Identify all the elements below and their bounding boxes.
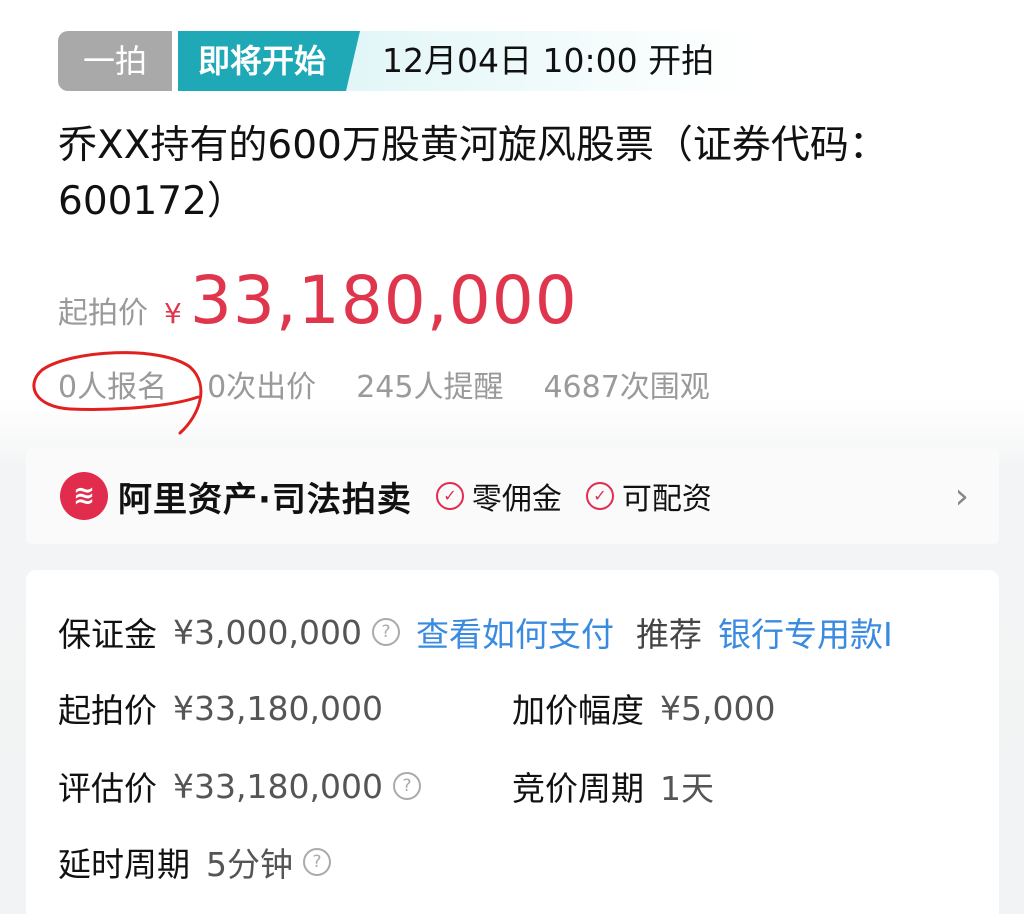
bid-period-row: 竞价周期 1天 (512, 762, 714, 810)
bank-loan-link[interactable]: 银行专用款I (718, 608, 893, 656)
lot-title: 乔XX持有的600万股黄河旋风股票（证券代码：600172） (58, 123, 888, 224)
deposit-label: 保证金 (58, 615, 157, 654)
auction-page: 一拍 即将开始 12月04日 10:00 开拍 乔XX持有的600万股黄河旋风股… (0, 0, 1024, 914)
how-to-pay-link[interactable]: 查看如何支付 (416, 608, 614, 656)
start-time: 12月04日 10:00 开拍 (346, 31, 755, 91)
help-icon[interactable]: ? (371, 618, 400, 646)
reminder-count: 245人提醒 (356, 370, 504, 405)
bid-period-label: 竞价周期 (512, 769, 644, 808)
chevron-right-icon[interactable]: › (955, 476, 969, 517)
appraisal-row: 评估价 ¥33,180,000 ? (58, 762, 421, 810)
price-currency: ¥ (164, 297, 182, 330)
hand-drawn-circle-annotation (32, 351, 203, 435)
appraisal-value: ¥33,180,000 (173, 766, 383, 806)
increment-row: 加价幅度 ¥5,000 (512, 684, 775, 732)
badge-label: 零佣金 (471, 482, 562, 517)
view-count: 4687次围观 (543, 370, 710, 405)
badge-zero-commission: ✓ 零佣金 (435, 474, 562, 518)
help-icon[interactable]: ? (392, 772, 421, 800)
platform-card[interactable]: ≋ 阿里资产·司法拍卖 ✓ 零佣金 ✓ 可配资 › (26, 448, 999, 544)
bid-period-value: 1天 (660, 769, 714, 808)
increment-value: ¥5,000 (660, 688, 776, 728)
price-label: 起拍价 (58, 296, 148, 331)
bid-count: 0次出价 (207, 370, 317, 405)
status-row: 一拍 即将开始 12月04日 10:00 开拍 (58, 31, 755, 91)
appraisal-label: 评估价 (58, 769, 157, 808)
recommend-label: 推荐 (635, 615, 702, 654)
badge-financing: ✓ 可配资 (585, 474, 712, 518)
deposit-value: ¥3,000,000 (173, 612, 362, 652)
check-circle-icon: ✓ (435, 482, 464, 510)
round-tag: 一拍 (58, 31, 172, 91)
details-card: 保证金 ¥3,000,000 ? 查看如何支付 推荐 银行专用款I 起拍价 ¥3… (26, 570, 999, 914)
delay-label: 延时周期 (58, 845, 190, 884)
status-tag: 即将开始 (178, 31, 361, 91)
delay-row: 延时周期 5分钟 ? (58, 838, 331, 886)
start-price-row: 起拍价 ¥33,180,000 (58, 684, 383, 732)
deposit-row: 保证金 ¥3,000,000 ? 查看如何支付 推荐 银行专用款I (58, 608, 893, 656)
increment-label: 加价幅度 (512, 691, 644, 730)
price-row: 起拍价 ¥ 33,180,000 (58, 262, 578, 342)
delay-value: 5分钟 (206, 845, 293, 884)
platform-name: 阿里资产·司法拍卖 (118, 479, 412, 520)
check-circle-icon: ✓ (585, 482, 614, 510)
price-value: 33,180,000 (189, 262, 578, 339)
start-price-value: ¥33,180,000 (173, 688, 383, 728)
start-price-label: 起拍价 (58, 691, 157, 730)
badge-label: 可配资 (621, 482, 712, 517)
ali-asset-logo-icon: ≋ (60, 472, 108, 520)
help-icon[interactable]: ? (303, 848, 331, 876)
